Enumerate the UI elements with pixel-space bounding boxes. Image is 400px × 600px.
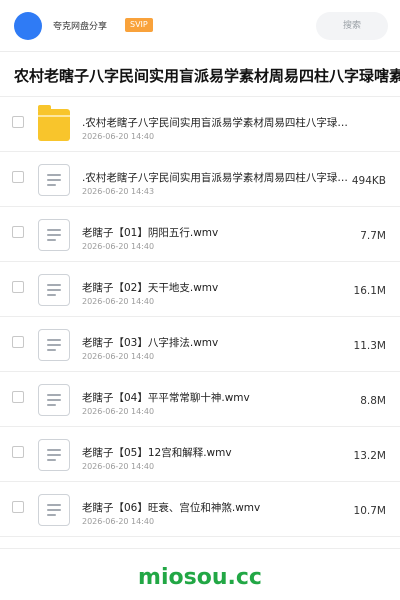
- file-size: 10.7M: [353, 505, 386, 517]
- row-checkbox[interactable]: [12, 171, 24, 183]
- document-icon: [38, 439, 70, 471]
- file-date: 2026-06-20 14:40: [82, 297, 155, 306]
- file-name: 老瞎子【01】阴阳五行.wmv: [82, 227, 219, 239]
- document-icon: [38, 164, 70, 196]
- search-input[interactable]: [316, 12, 388, 40]
- file-date: 2026-06-20 14:40: [82, 462, 155, 471]
- share-title: 农村老瞎子八字民间实用盲派易学素材周易四柱八字琭嗐素: [14, 67, 400, 85]
- file-date: 2026-06-20 14:40: [82, 407, 155, 416]
- file-name: .农村老瞎子八字民间实用盲派易学素材周易四柱八字琭…: [82, 172, 348, 184]
- row-checkbox[interactable]: [12, 116, 24, 128]
- document-icon: [38, 494, 70, 526]
- file-row[interactable]: 老瞎子【02】天干地支.wmv 2026-06-20 14:40 16.1M: [0, 262, 400, 317]
- file-size: 8.8M: [360, 395, 386, 407]
- avatar[interactable]: [14, 12, 42, 40]
- file-row[interactable]: 老瞎子【04】平平常常聊十神.wmv 2026-06-20 14:40 8.8M: [0, 372, 400, 427]
- username: 夸克网盘分享: [53, 22, 108, 32]
- document-icon: [38, 384, 70, 416]
- file-size: 11.3M: [353, 340, 386, 352]
- watermark-text: miosou.cc: [138, 565, 262, 590]
- row-checkbox[interactable]: [12, 281, 24, 293]
- file-name: 老瞎子【03】八字排法.wmv: [82, 337, 219, 349]
- file-row[interactable]: 老瞎子【05】12宫和解释.wmv 2026-06-20 14:40 13.2M: [0, 427, 400, 482]
- file-row[interactable]: 老瞎子【03】八字排法.wmv 2026-06-20 14:40 11.3M: [0, 317, 400, 372]
- file-date: 2026-06-20 14:40: [82, 132, 155, 141]
- row-checkbox[interactable]: [12, 501, 24, 513]
- document-icon: [38, 329, 70, 361]
- file-date: 2026-06-20 14:40: [82, 517, 155, 526]
- file-date: 2026-06-20 14:43: [82, 187, 155, 196]
- file-name: 老瞎子【02】天干地支.wmv: [82, 282, 219, 294]
- header-bar: 夸克网盘分享 SVIP: [0, 0, 400, 52]
- file-size: 13.2M: [353, 450, 386, 462]
- file-row[interactable]: .农村老瞎子八字民间实用盲派易学素材周易四柱八字琭… 2026-06-20 14…: [0, 96, 400, 152]
- file-size: 16.1M: [353, 285, 386, 297]
- file-size: 494KB: [351, 175, 386, 187]
- row-checkbox[interactable]: [12, 226, 24, 238]
- file-date: 2026-06-20 14:40: [82, 242, 155, 251]
- folder-icon: [38, 105, 70, 141]
- row-checkbox[interactable]: [12, 391, 24, 403]
- file-row[interactable]: .农村老瞎子八字民间实用盲派易学素材周易四柱八字琭… 2026-06-20 14…: [0, 152, 400, 207]
- row-checkbox[interactable]: [12, 446, 24, 458]
- file-name: 老瞎子【04】平平常常聊十神.wmv: [82, 392, 250, 404]
- row-checkbox[interactable]: [12, 336, 24, 348]
- file-list: .农村老瞎子八字民间实用盲派易学素材周易四柱八字琭… 2026-06-20 14…: [0, 96, 400, 537]
- file-name: 老瞎子【05】12宫和解释.wmv: [82, 447, 232, 459]
- file-name: 老瞎子【06】旺衰、宫位和神煞.wmv: [82, 502, 261, 514]
- file-date: 2026-06-20 14:40: [82, 352, 155, 361]
- file-row[interactable]: 老瞎子【01】阴阳五行.wmv 2026-06-20 14:40 7.7M: [0, 207, 400, 262]
- file-row[interactable]: 老瞎子【06】旺衰、宫位和神煞.wmv 2026-06-20 14:40 10.…: [0, 482, 400, 537]
- document-icon: [38, 219, 70, 251]
- divider: [0, 548, 400, 549]
- document-icon: [38, 274, 70, 306]
- file-name: .农村老瞎子八字民间实用盲派易学素材周易四柱八字琭…: [82, 117, 348, 129]
- file-size: 7.7M: [360, 230, 386, 242]
- svip-badge: SVIP: [125, 18, 153, 32]
